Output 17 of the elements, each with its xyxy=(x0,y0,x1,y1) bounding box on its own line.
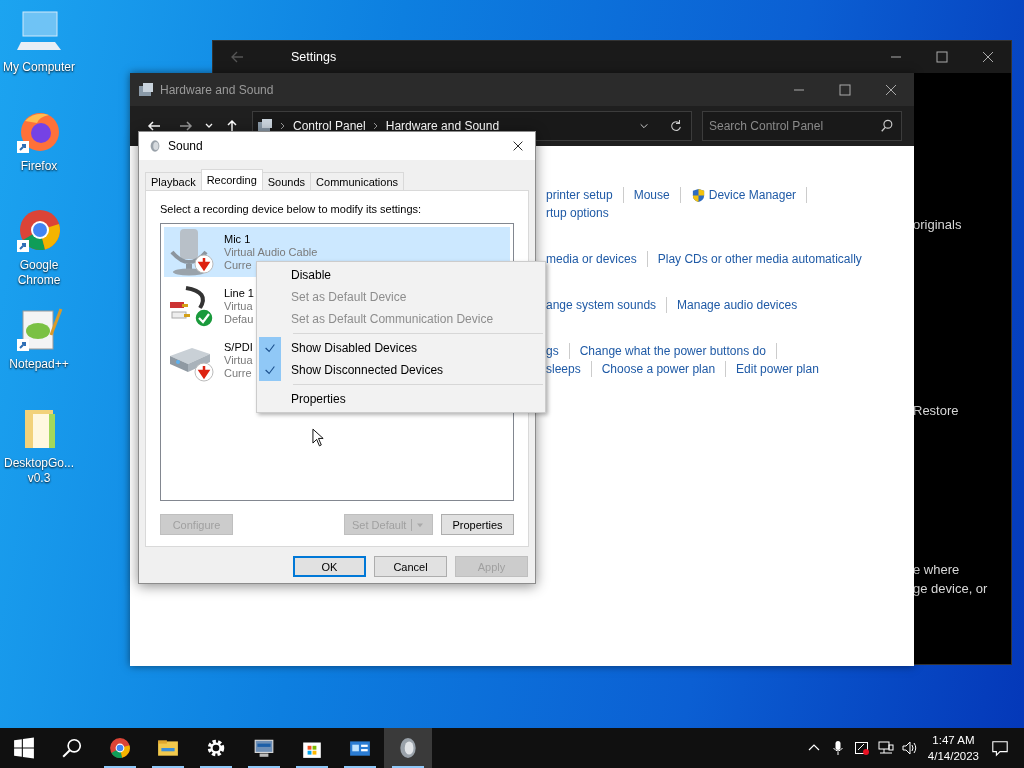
device-description: Virtual Audio Cable xyxy=(224,245,318,259)
device-status: Curre xyxy=(224,366,253,380)
device-status: Defau xyxy=(224,312,254,326)
settings-text: ge device, or xyxy=(913,581,988,596)
settings-text: Restore xyxy=(913,403,959,418)
window-title: Settings xyxy=(291,50,337,64)
settings-text: originals xyxy=(913,217,962,232)
settings-text: e where xyxy=(913,562,960,577)
window-title: Hardware and Sound xyxy=(160,82,274,97)
device-status: Curre xyxy=(224,258,253,272)
instruction-text: Select a recording device below to modify its settings: xyxy=(160,203,423,215)
device-name: Mic 1 xyxy=(224,232,252,246)
device-name: S/PDI xyxy=(224,340,253,354)
dialog-title: Sound xyxy=(168,139,203,153)
device-name: Line 1 xyxy=(224,286,254,300)
device-description: Virtua xyxy=(224,353,253,367)
device-description: Virtua xyxy=(224,299,254,313)
